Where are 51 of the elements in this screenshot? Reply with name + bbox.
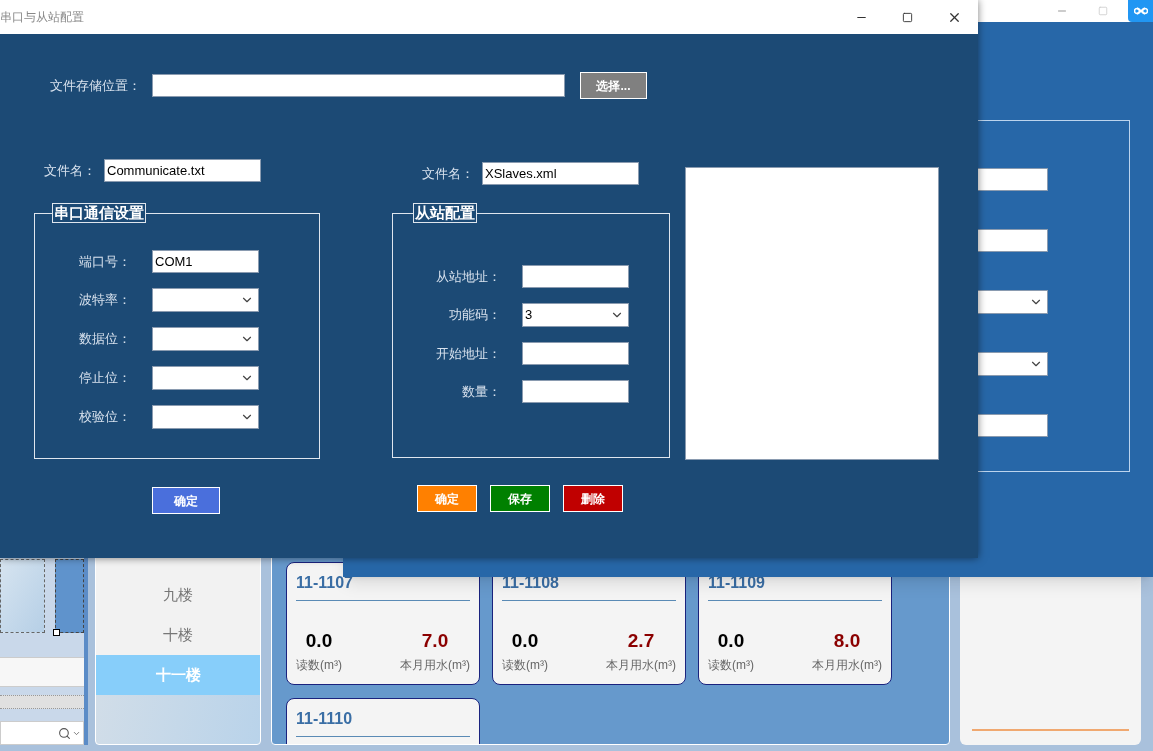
reading-label: 读数(m³) <box>708 656 754 674</box>
input-field[interactable]: XSlaves.xml <box>482 162 639 185</box>
reading-value: 0.0 <box>305 629 333 653</box>
dropdown[interactable]: 3 <box>522 303 629 327</box>
dropdown[interactable] <box>152 327 259 351</box>
field-label: 从站地址： <box>435 267 501 286</box>
room-number: 11-1107 <box>296 573 354 593</box>
reading-value: 0.0 <box>717 629 745 653</box>
action-button[interactable]: 确定 <box>152 487 220 514</box>
usage-label: 本月用水(m³) <box>606 656 676 674</box>
field-label: 开始地址： <box>435 344 501 363</box>
search-icon <box>58 726 71 740</box>
field-label: 功能码： <box>448 306 501 325</box>
reading-label: 读数(m³) <box>296 656 342 674</box>
field-label: 停止位： <box>78 369 131 388</box>
field-label: 数量： <box>461 382 501 401</box>
input-field[interactable]: COM1 <box>152 250 259 273</box>
maximize-icon[interactable] <box>902 11 913 23</box>
room-number: 11-1110 <box>296 709 354 729</box>
input-field[interactable]: Communicate.txt <box>104 159 261 182</box>
field-label: 波特率： <box>78 291 131 310</box>
action-button[interactable]: 删除 <box>563 485 623 512</box>
window-title: 串口与从站配置 <box>0 9 84 26</box>
app-icon[interactable] <box>1128 0 1153 22</box>
input-field[interactable] <box>522 342 629 365</box>
input-field[interactable] <box>152 74 565 97</box>
field-label: 数据位： <box>78 330 131 349</box>
field-label: 文件存储位置： <box>50 76 142 95</box>
group-title: 串口通信设置 <box>52 203 146 223</box>
search-field[interactable] <box>0 721 84 745</box>
dropdown[interactable] <box>152 405 259 429</box>
usage-label: 本月用水(m³) <box>400 656 470 674</box>
group-title: 从站配置 <box>413 203 477 223</box>
link-icon <box>1133 5 1148 17</box>
usage-label: 本月用水(m³) <box>812 656 882 674</box>
reading-value: 0.0 <box>511 629 539 653</box>
field-label: 端口号： <box>78 252 131 271</box>
dropdown[interactable] <box>152 366 259 390</box>
field-label: 文件名： <box>43 161 96 180</box>
dropdown[interactable] <box>152 288 259 312</box>
input-field[interactable] <box>522 380 629 403</box>
field-label: 校验位： <box>78 408 131 427</box>
usage-value: 8.0 <box>833 629 861 653</box>
usage-value: 2.7 <box>627 629 655 653</box>
usage-value: 7.0 <box>421 629 449 653</box>
field-label: 文件名： <box>421 164 474 183</box>
action-button[interactable]: 保存 <box>490 485 550 512</box>
choose-button[interactable]: 选择... <box>580 72 647 99</box>
input-field[interactable] <box>522 265 629 288</box>
resize-handle[interactable] <box>52 629 60 636</box>
reading-label: 读数(m³) <box>502 656 548 674</box>
